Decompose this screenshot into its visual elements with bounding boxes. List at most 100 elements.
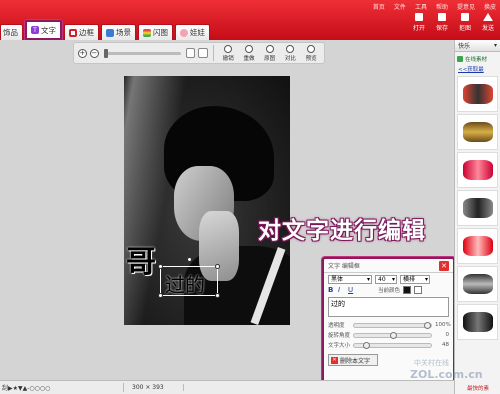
category-select[interactable]: 快乐 ▾ (455, 40, 500, 52)
edit-panel-header: 文字 编辑框 ✕ (324, 259, 453, 273)
sticker-item[interactable] (457, 266, 498, 302)
slider-knob[interactable] (389, 331, 397, 339)
italic-button[interactable]: I (338, 286, 345, 294)
resize-handle[interactable] (215, 293, 220, 298)
redo-icon (244, 44, 253, 53)
top-bar: 首页 文件 工具 帮助 提意见 换皮 饰品 T 文字 边框 场景 闪图 娃娃 打… (0, 0, 500, 40)
annotation-caption: 对文字进行编辑 (258, 218, 426, 244)
preview-label: 预览 (305, 55, 317, 62)
save-button[interactable]: 保存 (432, 13, 452, 32)
toolbar-divider (213, 45, 215, 61)
rotation-label: 旋转角度 (328, 333, 351, 339)
canvas-toolbar: + − 撤销 重做 原图 对比 预览 (73, 42, 325, 64)
resize-handle[interactable] (158, 264, 163, 269)
color-picker-button[interactable] (414, 286, 423, 294)
undo-button[interactable]: 撤销 (219, 44, 237, 62)
online-materials-button[interactable]: 在线素材 (455, 54, 500, 64)
resize-handle[interactable] (158, 293, 163, 298)
status-dimensions: 300 × 393 (124, 384, 184, 391)
underline-button[interactable]: U (348, 286, 355, 294)
top-link-feedback[interactable]: 提意见 (457, 2, 475, 11)
fit-window-button[interactable] (185, 48, 196, 58)
tab-accessory[interactable]: 饰品 (0, 24, 23, 40)
big-character-overlay[interactable]: 哥 (126, 237, 156, 281)
sticker-item[interactable] (457, 228, 498, 264)
tab-text[interactable]: T 文字 (25, 20, 62, 40)
camera-icon (461, 13, 469, 21)
send-icon (483, 13, 493, 21)
actual-size-button[interactable] (198, 48, 209, 58)
slider-knob[interactable] (424, 321, 431, 329)
open-button[interactable]: 打开 (409, 13, 429, 32)
rotation-slider[interactable] (353, 331, 432, 339)
font-select[interactable]: 黑体 (328, 275, 372, 284)
zoom-out-icon[interactable]: − (89, 48, 99, 58)
top-link-tools[interactable]: 工具 (415, 2, 427, 11)
zoom-slider-knob[interactable] (103, 48, 108, 58)
status-bar: 刮▶★▼▲-○○○○ 300 × 393 (0, 380, 454, 394)
delete-icon: ✕ (331, 356, 338, 364)
send-button[interactable]: 发送 (478, 13, 498, 32)
tab-doll[interactable]: 娃娃 (175, 24, 210, 40)
selected-text-box[interactable]: 过的 (158, 257, 220, 298)
top-link-skin[interactable]: 换皮 (484, 2, 496, 11)
top-links: 首页 文件 工具 帮助 提意见 换皮 (373, 2, 496, 11)
color-swatch[interactable] (403, 286, 412, 294)
tab-flash[interactable]: 闪图 (138, 24, 173, 40)
text-size-slider[interactable] (353, 341, 432, 349)
tab-label: 饰品 (3, 28, 18, 37)
sticker-item[interactable] (457, 76, 498, 112)
rotate-handle[interactable] (187, 257, 192, 262)
scene-icon (106, 28, 114, 37)
edit-panel-title: 文字 编辑框 (328, 263, 360, 270)
text-box-content: 过的 (165, 273, 205, 297)
top-link-file[interactable]: 文件 (394, 2, 406, 11)
rotation-value: 0 (445, 332, 450, 338)
get-more-link[interactable]: <<获取最 (455, 64, 500, 74)
sticker-item[interactable] (457, 304, 498, 340)
sticker-thumbnail (462, 198, 493, 218)
font-size-select[interactable]: 40 (375, 275, 397, 284)
slider-knob[interactable] (363, 341, 371, 349)
redo-button[interactable]: 重做 (240, 44, 258, 62)
doll-icon (180, 28, 188, 37)
compare-label: 对比 (284, 55, 296, 62)
compare-icon (286, 44, 295, 53)
original-button[interactable]: 原图 (261, 44, 279, 62)
text-content-field[interactable]: 过的 (328, 297, 449, 317)
send-label: 发送 (481, 25, 494, 32)
transparency-label: 透明度 (328, 323, 345, 329)
rotation-row: 旋转角度 0 (324, 330, 453, 340)
sticker-thumbnail (462, 236, 493, 256)
sticker-item[interactable] (457, 152, 498, 188)
tab-scene[interactable]: 场景 (101, 24, 136, 40)
material-sidebar: 快乐 ▾ 在线素材 <<获取最 最快的素 (454, 40, 500, 394)
zoom-in-icon[interactable]: + (78, 48, 87, 58)
flash-icon (143, 28, 151, 37)
tab-label: 闪图 (153, 28, 168, 37)
bold-button[interactable]: B (328, 286, 335, 294)
online-icon (457, 56, 463, 62)
preview-button[interactable]: 预览 (302, 44, 320, 62)
compare-button[interactable]: 对比 (282, 44, 300, 62)
sticker-item[interactable] (457, 190, 498, 226)
sticker-thumbnail (462, 122, 493, 142)
text-size-label: 文字大小 (328, 343, 351, 349)
sticker-thumbnail (462, 312, 493, 332)
orientation-select[interactable]: 横排 (400, 275, 430, 284)
transparency-row: 透明度 100% (324, 320, 453, 330)
zoom-slider[interactable] (103, 48, 181, 58)
open-label: 打开 (412, 25, 425, 32)
sticker-thumbnail (462, 84, 493, 104)
delete-text-button[interactable]: ✕ 删除本文字 (328, 354, 378, 366)
sticker-item[interactable] (457, 114, 498, 150)
watermark: ZOL.com.cn (410, 368, 483, 381)
resize-handle[interactable] (215, 264, 220, 269)
top-link-help[interactable]: 帮助 (436, 2, 448, 11)
tab-frame[interactable]: 边框 (64, 24, 99, 40)
transparency-slider[interactable] (353, 321, 432, 329)
capture-button[interactable]: 拒图 (455, 13, 475, 32)
original-label: 原图 (264, 55, 276, 62)
top-link-home[interactable]: 首页 (373, 2, 385, 11)
close-icon[interactable]: ✕ (439, 260, 449, 271)
